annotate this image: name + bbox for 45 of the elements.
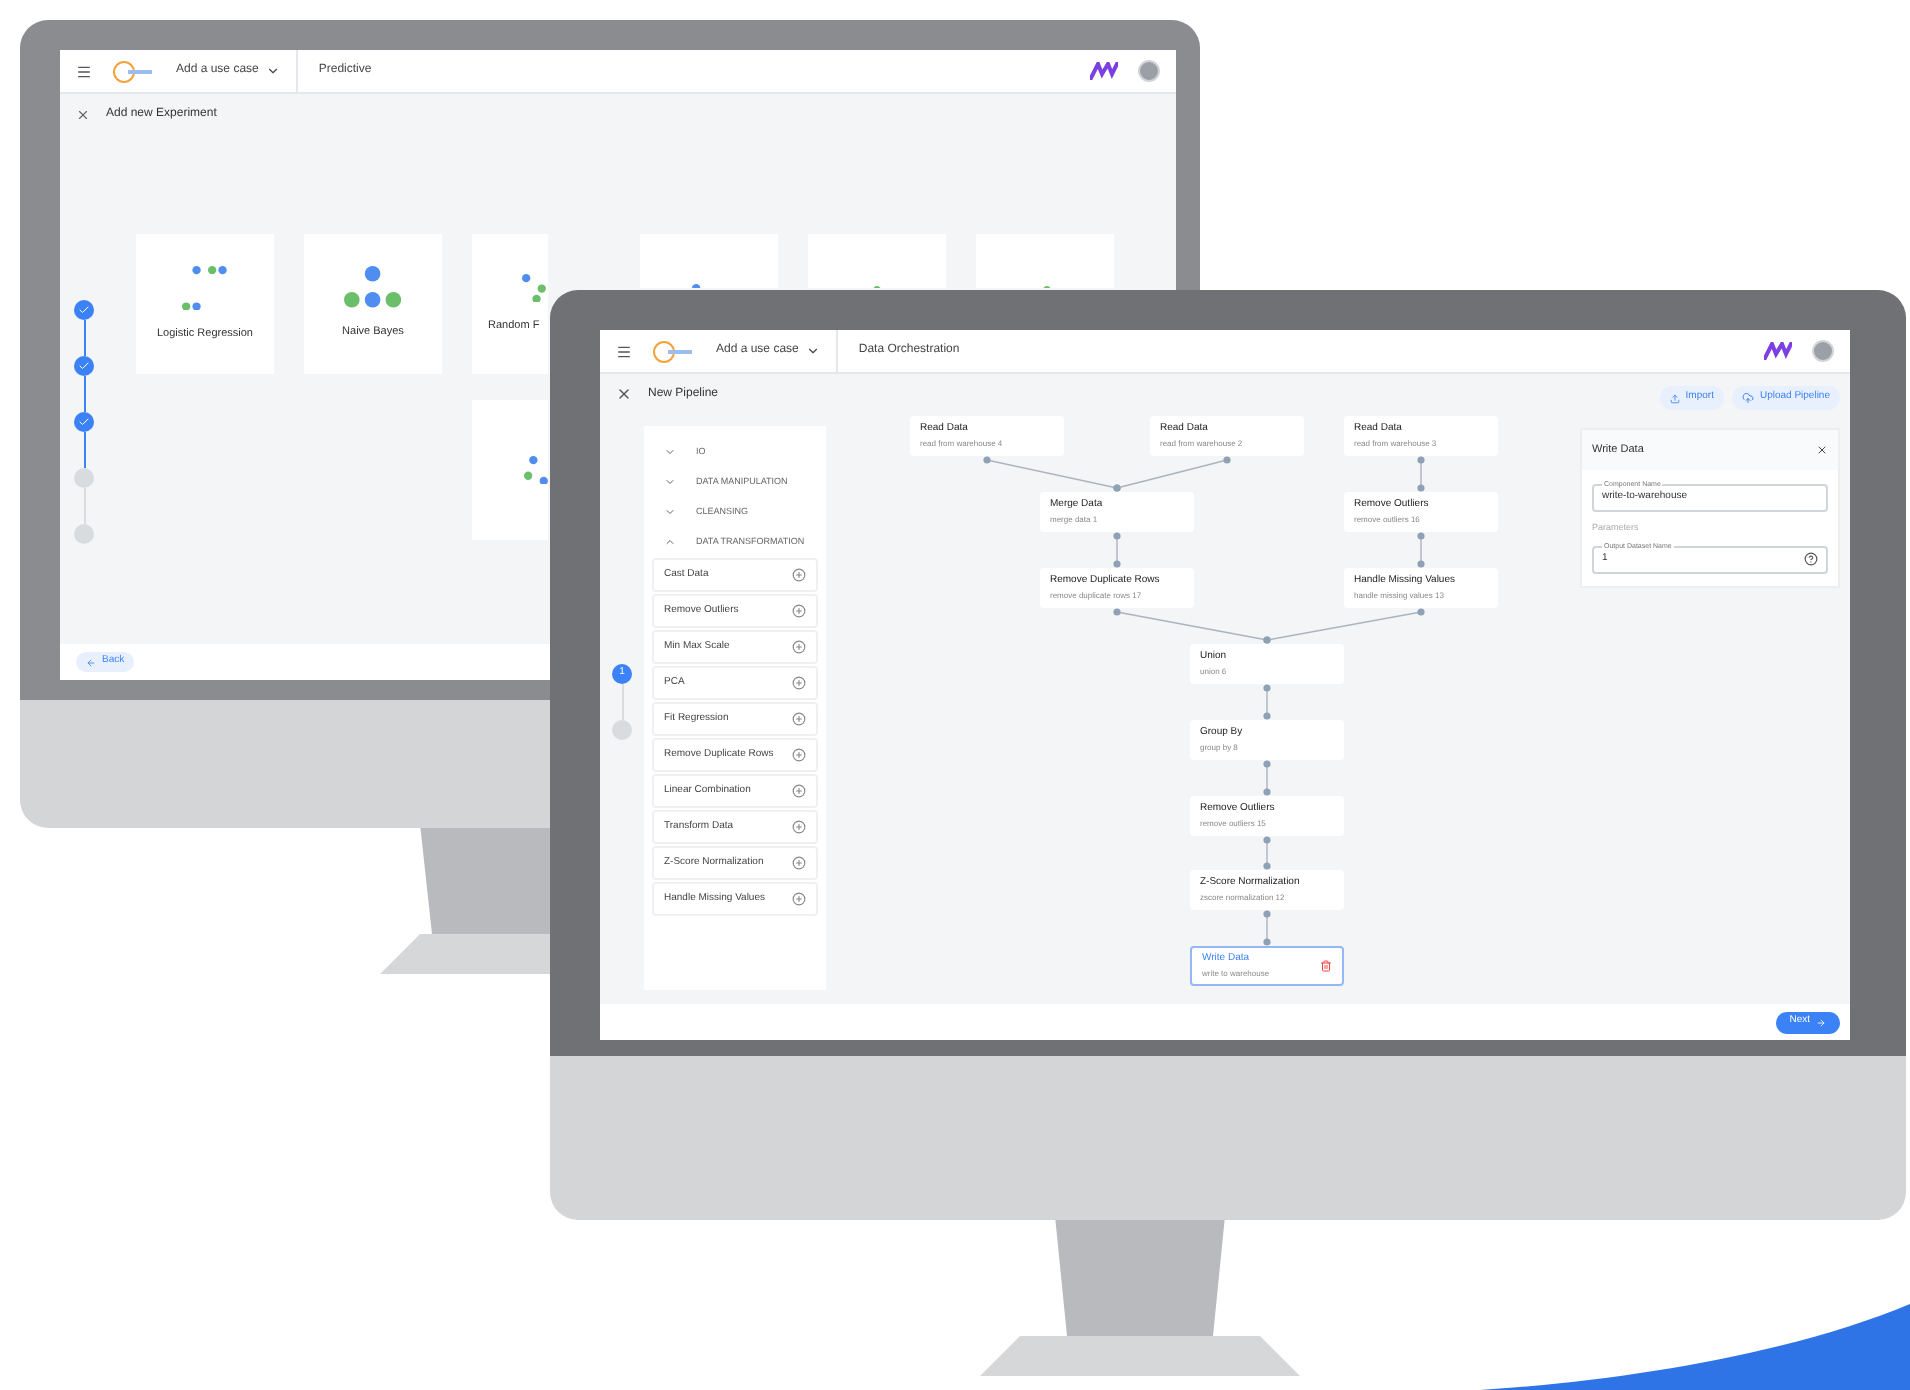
add-icon[interactable] [792,676,806,690]
add-icon[interactable] [792,856,806,870]
dot-illustration-icon [523,455,548,485]
brand-logo-icon [1090,62,1118,80]
avatar[interactable] [1812,340,1834,362]
add-icon[interactable] [792,892,806,906]
menu-icon[interactable] [76,63,92,79]
dot-illustration-icon [521,273,548,303]
dot-illustration-icon [182,265,228,311]
chevron-up-icon [664,536,676,548]
menu-icon[interactable] [616,343,632,359]
add-icon[interactable] [792,784,806,798]
chevron-down-icon [664,476,676,488]
add-icon[interactable] [792,748,806,762]
avatar[interactable] [1138,60,1160,82]
add-icon[interactable] [792,604,806,618]
connector-line [1263,684,1271,720]
delete-icon[interactable] [1320,960,1332,972]
connector-line [1263,760,1271,796]
logo-icon [112,59,156,83]
connector-line [1263,910,1271,946]
add-icon[interactable] [792,568,806,582]
cloud-upload-icon [1741,392,1754,404]
connector-line [1263,836,1271,870]
add-icon[interactable] [792,820,806,834]
connector-line [1417,532,1425,568]
close-icon[interactable] [616,386,632,402]
logo-icon [652,339,696,363]
upload-icon [1669,393,1680,403]
chevron-down-icon [266,64,281,78]
connector-line [1417,456,1425,492]
arrow-right-icon [1816,1017,1826,1027]
connector-line [1113,456,1231,492]
add-icon[interactable] [792,712,806,726]
chevron-down-icon [664,446,676,458]
close-icon[interactable] [76,107,90,121]
add-icon[interactable] [792,640,806,654]
dot-illustration-icon [344,266,402,309]
close-icon[interactable] [1816,444,1828,456]
brand-logo-icon [1764,342,1792,360]
chevron-down-icon [664,506,676,518]
connector-line [1113,532,1121,568]
chevron-down-icon [806,344,821,358]
arrow-left-icon [86,657,96,667]
help-icon[interactable] [1804,552,1818,567]
